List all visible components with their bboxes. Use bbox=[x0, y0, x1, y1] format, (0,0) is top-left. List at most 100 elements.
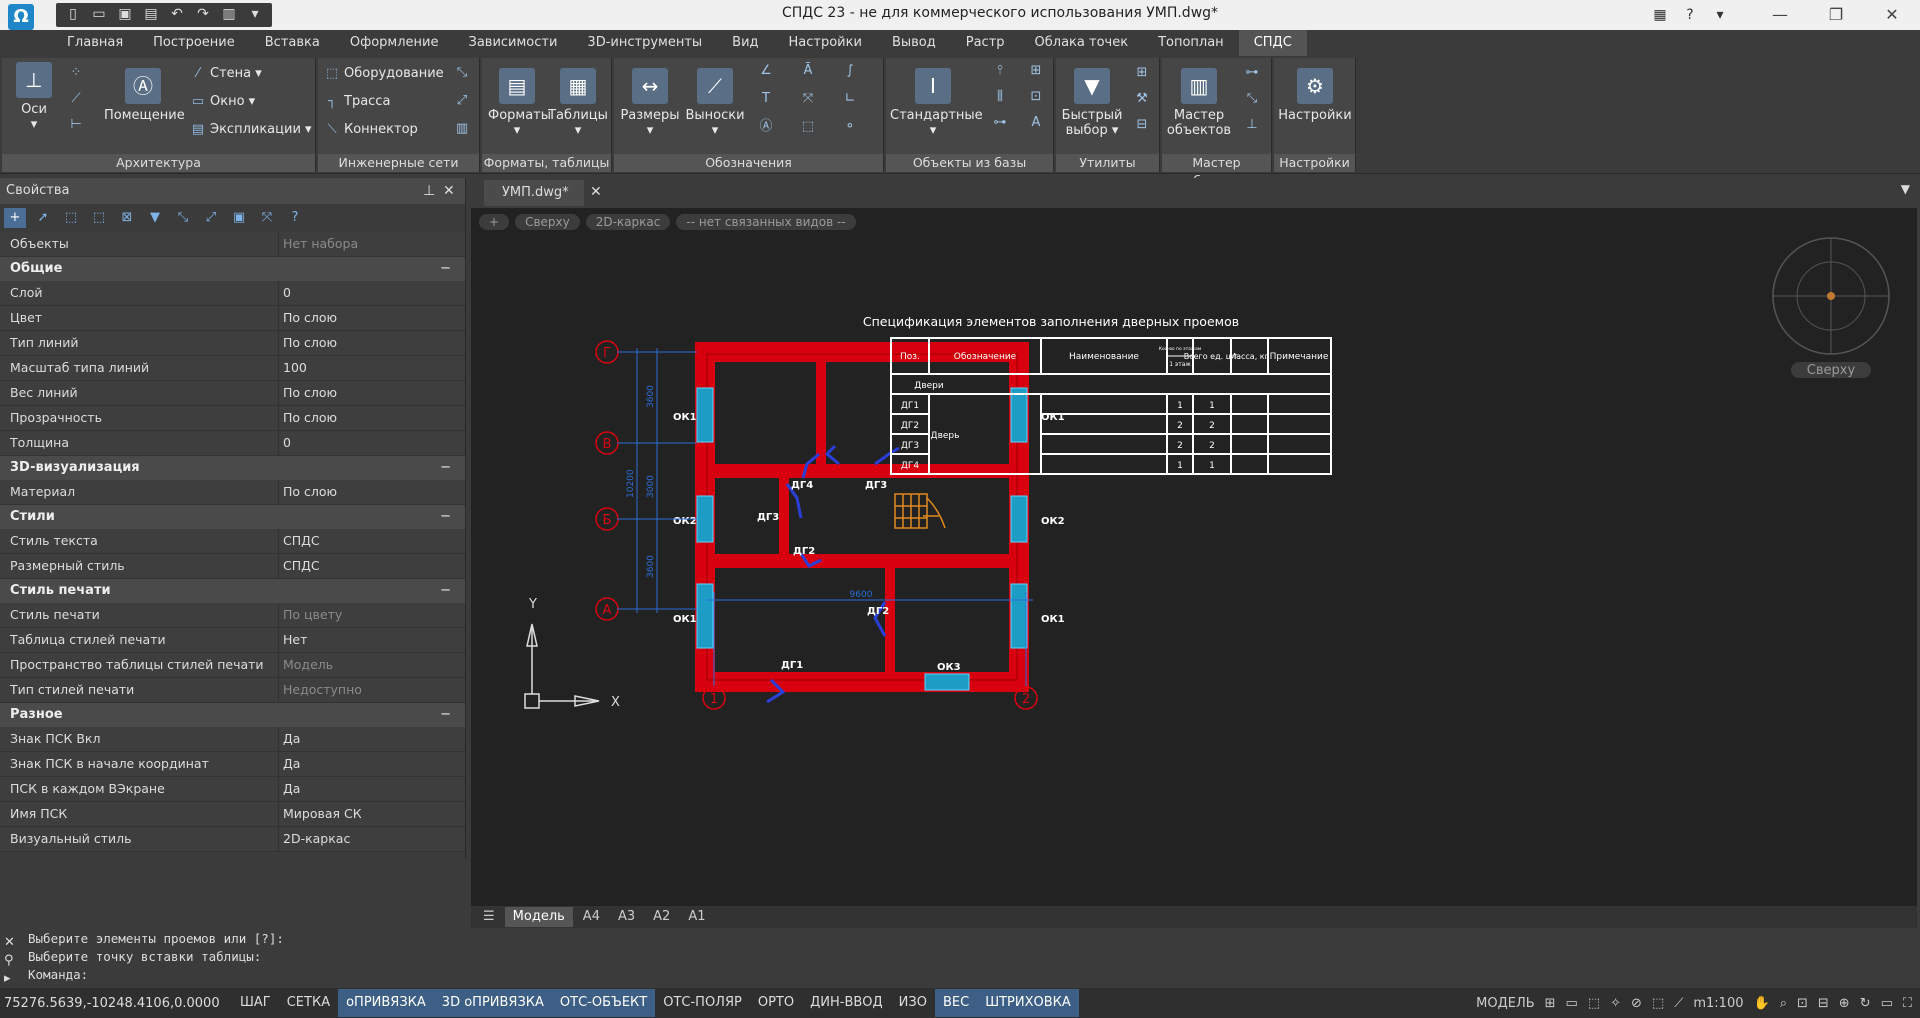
collapse-icon[interactable]: − bbox=[440, 456, 451, 480]
property-value[interactable]: По слою bbox=[278, 306, 465, 330]
save-icon[interactable]: ▣ bbox=[114, 3, 136, 25]
status-toggle[interactable]: 3D оПРИВЯЗКА bbox=[433, 989, 552, 1017]
tab-a3[interactable]: А3 bbox=[610, 907, 643, 927]
property-value[interactable]: Модель bbox=[278, 653, 465, 677]
panel-title[interactable]: Утилиты bbox=[1056, 154, 1159, 172]
ribbon-tab[interactable]: Настройки bbox=[774, 30, 877, 56]
refresh-icon[interactable]: ↻ bbox=[1860, 996, 1871, 1011]
open-icon[interactable]: ▭ bbox=[88, 3, 110, 25]
master-objects-button[interactable]: ▥ Мастер объектов bbox=[1164, 68, 1234, 138]
util-3-icon[interactable]: ⊟ bbox=[1132, 116, 1152, 134]
master-1-icon[interactable]: ⊶ bbox=[1242, 64, 1262, 82]
redo-icon[interactable]: ↷ bbox=[192, 3, 214, 25]
filter-icon[interactable]: ▼ bbox=[144, 208, 166, 228]
clear-icon[interactable]: ⤧ bbox=[256, 208, 278, 228]
axes-button[interactable]: ⊥ Оси ▾ bbox=[10, 62, 58, 132]
collapse-icon[interactable]: − bbox=[440, 579, 451, 603]
tab-menu-icon[interactable]: ▼ bbox=[1901, 182, 1910, 196]
connector-button[interactable]: ⟍ Коннектор bbox=[324, 122, 417, 137]
ribbon-tab[interactable]: Зависимости bbox=[453, 30, 572, 56]
eng-tool-3-icon[interactable]: ▥ bbox=[452, 120, 472, 138]
master-2-icon[interactable]: ⤡ bbox=[1242, 90, 1262, 108]
property-value[interactable]: По слою bbox=[278, 331, 465, 355]
viewcube[interactable]: Сверху bbox=[1772, 237, 1890, 378]
window-select-icon[interactable]: ⬚ bbox=[60, 208, 82, 228]
annotation-scale[interactable]: m1:100 bbox=[1693, 996, 1743, 1011]
property-group-header[interactable]: Стиль печати − bbox=[0, 579, 465, 603]
close-icon[interactable]: ✕ bbox=[4, 934, 15, 952]
status-toggle[interactable]: ОТС-ПОЛЯР bbox=[655, 989, 750, 1017]
property-value[interactable]: По цвету bbox=[278, 603, 465, 627]
cross-select-icon[interactable]: ⬚ bbox=[88, 208, 110, 228]
spec-table[interactable]: Спецификация элементов заполнения дверны… bbox=[863, 314, 1332, 475]
save-as-icon[interactable]: ▤ bbox=[140, 3, 162, 25]
symbol-6-icon[interactable]: ∟ bbox=[840, 90, 860, 108]
symbol-7-icon[interactable]: Ⓐ bbox=[756, 118, 776, 136]
panel-title[interactable]: Обозначения bbox=[614, 154, 883, 172]
property-value[interactable]: СПДС bbox=[278, 554, 465, 578]
visual-style-menu[interactable]: 2D-каркас bbox=[585, 214, 671, 230]
equipment-button[interactable]: ⬚ Оборудование bbox=[324, 66, 444, 81]
symbol-4-icon[interactable]: T bbox=[756, 90, 776, 108]
tables-button[interactable]: ▦ Таблицы ▾ bbox=[548, 68, 608, 138]
property-group-header[interactable]: Стили − bbox=[0, 505, 465, 529]
undo-icon[interactable]: ↶ bbox=[166, 3, 188, 25]
dims-button[interactable]: ↔ Размеры ▾ bbox=[618, 68, 682, 138]
symbol-1-icon[interactable]: ∠ bbox=[756, 62, 776, 80]
window-button[interactable]: ▭ Окно ▾ bbox=[190, 94, 255, 109]
formats-button[interactable]: ▤ Форматы ▾ bbox=[488, 68, 551, 138]
tab-a1[interactable]: А1 bbox=[680, 907, 713, 927]
base-1-icon[interactable]: ⫯ bbox=[990, 62, 1010, 80]
status-toggle[interactable]: ОРТО bbox=[750, 989, 802, 1017]
drawing-viewport[interactable]: Сверху ОК1 ОК1 ОК2 ОК2 ОК1 ОК1 ОК3 ДГ4 Д… bbox=[471, 208, 1917, 906]
status-toggle[interactable]: ВЕС bbox=[934, 989, 978, 1017]
help-icon[interactable]: ? bbox=[284, 208, 306, 228]
wall-button[interactable]: ⁄ Стена ▾ bbox=[190, 66, 262, 81]
status-toggle[interactable]: ШТРИХОВКА bbox=[977, 989, 1079, 1017]
close-icon[interactable]: ✕ bbox=[443, 178, 459, 204]
add-selection-icon[interactable]: + bbox=[4, 208, 26, 228]
status-toggle[interactable]: ШАГ bbox=[232, 989, 279, 1017]
status-toggle[interactable]: оПРИВЯЗКА bbox=[338, 989, 434, 1017]
property-value[interactable]: Да bbox=[278, 727, 465, 751]
standard-button[interactable]: I Стандартные ▾ bbox=[890, 68, 983, 138]
ribbon-tab[interactable]: Топоплан bbox=[1143, 30, 1239, 56]
util-1-icon[interactable]: ⊞ bbox=[1132, 64, 1152, 82]
property-value[interactable]: Да bbox=[278, 777, 465, 801]
ribbon-tab[interactable]: Вывод bbox=[877, 30, 951, 56]
panel-title[interactable]: Объекты из базы bbox=[886, 154, 1053, 172]
quick-select-button[interactable]: ▼ Быстрый выбор ▾ bbox=[1058, 68, 1126, 138]
property-value[interactable]: Нет bbox=[278, 628, 465, 652]
axis-edit-icon[interactable]: ⟋ bbox=[66, 90, 86, 108]
clock-icon[interactable]: ⊘ bbox=[1631, 996, 1642, 1011]
select-icon[interactable]: ⬚ bbox=[1652, 996, 1664, 1011]
symbol-8-icon[interactable]: ⬚ bbox=[798, 118, 818, 136]
viewport-menu[interactable]: + bbox=[479, 214, 510, 230]
status-toggle[interactable]: СЕТКА bbox=[279, 989, 338, 1017]
recent-icon[interactable]: ▸ bbox=[4, 970, 15, 988]
util-2-icon[interactable]: ⚒ bbox=[1132, 90, 1152, 108]
property-value[interactable]: По слою bbox=[278, 381, 465, 405]
document-tab[interactable]: УМП.dwg* bbox=[484, 180, 584, 206]
symbol-2-icon[interactable]: Ā bbox=[798, 62, 818, 80]
orbit-icon[interactable]: ⊕ bbox=[1839, 996, 1850, 1011]
room-button[interactable]: Ⓐ Помещение bbox=[104, 68, 185, 123]
pan-icon[interactable]: ✋ bbox=[1754, 996, 1770, 1011]
layout-icon[interactable]: ▭ bbox=[1881, 996, 1893, 1011]
ribbon-tab[interactable]: СПДС bbox=[1238, 30, 1307, 56]
tab-a2[interactable]: А2 bbox=[645, 907, 678, 927]
view-menu[interactable]: Сверху bbox=[515, 214, 580, 230]
base-2-icon[interactable]: ⊞ bbox=[1026, 62, 1046, 80]
workspace-icon[interactable]: ▦ bbox=[1648, 2, 1672, 28]
status-toggle[interactable]: ОТС-ОБЪЕКТ bbox=[551, 989, 656, 1017]
collapse-icon[interactable]: − bbox=[440, 703, 451, 727]
settings-button[interactable]: ⚙ Настройки bbox=[1276, 68, 1354, 123]
axis-node-icon[interactable]: ⊢ bbox=[66, 116, 86, 134]
symbol-3-icon[interactable]: ∫ bbox=[840, 62, 860, 80]
tab-model[interactable]: Модель bbox=[504, 907, 573, 927]
status-toggle[interactable]: ДИН-ВВОД bbox=[802, 989, 891, 1017]
route-button[interactable]: ┐ Трасса bbox=[324, 94, 390, 109]
property-value[interactable]: Недоступно bbox=[278, 678, 465, 702]
deselect-icon[interactable]: ⤢ bbox=[200, 208, 222, 228]
restore-icon[interactable]: ❐ bbox=[1808, 0, 1864, 30]
